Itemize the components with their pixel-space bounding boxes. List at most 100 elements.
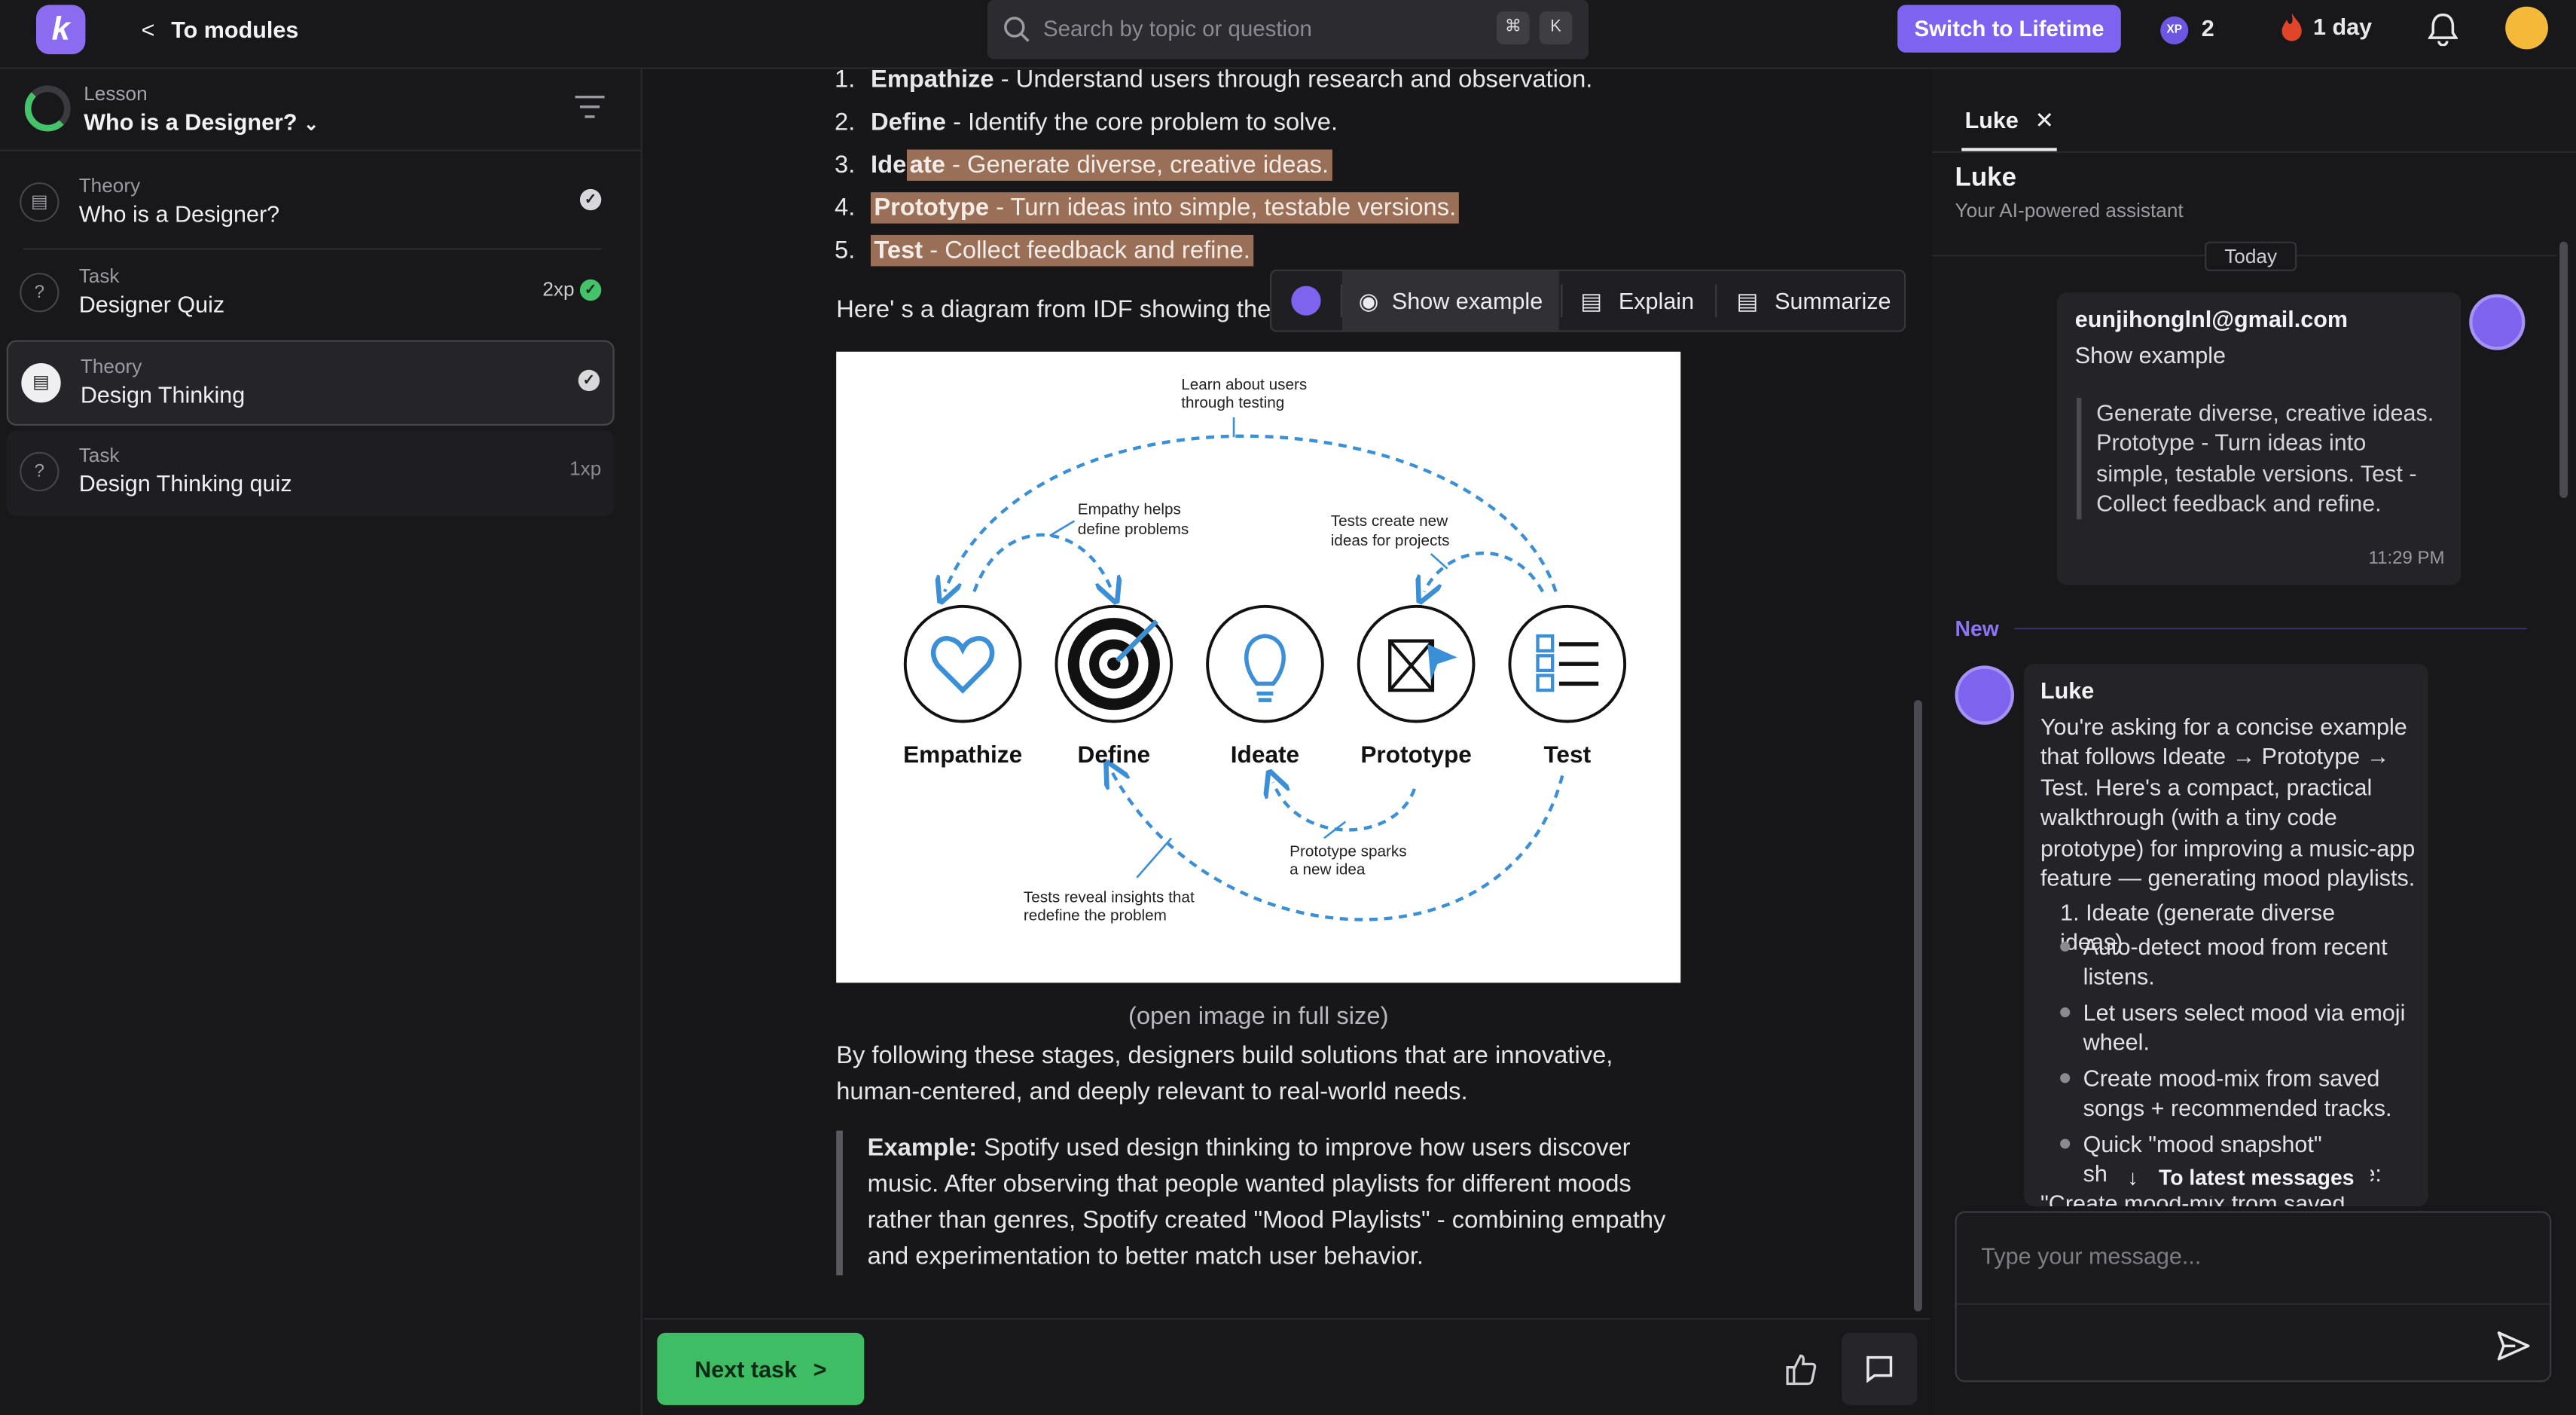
sidebar-item-design-thinking[interactable]: ▤ Theory Design Thinking ✓	[6, 340, 615, 426]
item-type: Theory	[78, 174, 141, 197]
content-scrollbar[interactable]	[1914, 700, 1922, 1312]
chat-scrollbar[interactable]	[2559, 241, 2568, 498]
chevron-down-icon: ⌄	[304, 115, 319, 135]
chat-icon	[1866, 1355, 1893, 1383]
search-icon	[1004, 17, 1030, 42]
example-label: Example:	[867, 1133, 978, 1163]
stage-ideate: Ideate	[1231, 741, 1299, 768]
lesson-selector[interactable]: Who is a Designer? ⌄	[84, 108, 319, 135]
check-icon: ✓	[578, 370, 600, 392]
xp-counter[interactable]: XP 2	[2160, 15, 2214, 44]
user-message-text: Show example	[2074, 341, 2227, 368]
flame-icon	[2281, 14, 2302, 42]
feedback-button[interactable]	[1763, 1333, 1838, 1405]
chevron-left-icon: <	[141, 16, 155, 43]
note-learn-2: through testing	[1181, 394, 1284, 411]
stage-prototype: Prototype	[1360, 741, 1472, 768]
item-name: Design Thinking	[80, 381, 246, 408]
summarize-button[interactable]: ▤ Summarize	[1736, 271, 1900, 331]
xp-value: 2	[2201, 14, 2214, 41]
comment-icon: ▤	[1580, 287, 1603, 314]
thumbs-icon	[1786, 1354, 1817, 1386]
bullet-item: Auto-detect mood from recent listens.	[2083, 933, 2388, 990]
progress-ring	[24, 85, 71, 132]
book-icon: ▤	[20, 182, 60, 222]
next-task-button[interactable]: Next task >	[657, 1332, 865, 1405]
top-bar: k < To modules Search by topic or questio…	[0, 0, 2576, 69]
step-5: 5. Test - Collect feedback and refine.	[835, 234, 1254, 267]
to-latest-messages-button[interactable]: ↓ To latest messages	[2112, 1160, 2371, 1196]
switch-to-lifetime-button[interactable]: Switch to Lifetime	[1897, 5, 2121, 53]
note-proto-sparks-1: Prototype sparks	[1290, 842, 1406, 860]
send-icon[interactable]	[2497, 1331, 2530, 1361]
item-name: Designer Quiz	[78, 291, 225, 317]
sidebar-item-designer-quiz[interactable]: ? Task Designer Quiz 2xp ✓	[7, 252, 615, 337]
user-avatar[interactable]	[2505, 6, 2548, 50]
note-tests-create-1: Tests create new	[1331, 512, 1448, 530]
bullet-dot	[2060, 941, 2071, 952]
streak-counter[interactable]: 1 day	[2280, 13, 2372, 43]
lesson-header: Lesson Who is a Designer? ⌄	[0, 69, 642, 151]
user-message: eunjihonglnl@gmail.com Show example Gene…	[2056, 292, 2462, 585]
show-example-button[interactable]: ◉ Show example	[1341, 270, 1559, 331]
item-type: Task	[78, 264, 120, 288]
bullet-dot	[2060, 1138, 2071, 1149]
step-2: 2. Define - Identify the core problem to …	[835, 108, 1338, 137]
assistant-message-name: Luke	[2040, 677, 2095, 704]
eye-icon: ◉	[1358, 287, 1379, 314]
stage-define: Define	[1077, 741, 1150, 768]
user-email: eunjihonglnl@gmail.com	[2074, 305, 2349, 332]
selection-toolbar: ◉ Show example ▤ Explain ▤ Summarize	[1270, 269, 1906, 332]
diagram-image: Empathize Define Ideate Prototype Test L…	[903, 376, 1627, 924]
step-3: 3. Ide ate - Generate diverse, creative id…	[835, 149, 1332, 181]
chevron-right-icon: >	[813, 1355, 827, 1383]
tab-luke[interactable]: Luke ✕	[1965, 107, 2054, 135]
app-logo[interactable]: k	[35, 5, 86, 54]
bullet-item: Let users select mood via emoji wheel.	[2083, 999, 2406, 1056]
divider	[23, 248, 602, 250]
quoted-selection: Generate diverse, creative ideas. Protot…	[2076, 397, 2441, 519]
filter-icon[interactable]	[575, 95, 605, 119]
item-name: Design Thinking quiz	[78, 469, 292, 497]
assistant-subtitle: Your AI-powered assistant	[1955, 198, 2184, 222]
close-icon[interactable]: ✕	[2034, 107, 2054, 133]
item-type: Theory	[80, 355, 142, 378]
question-icon: ?	[20, 273, 60, 313]
example-blockquote: Example: Spotify used design thinking to…	[836, 1130, 1666, 1276]
chat-toggle-button[interactable]	[1842, 1332, 1918, 1405]
open-full-size-link[interactable]: (open image in full size)	[836, 1002, 1680, 1030]
divider	[1931, 151, 2576, 153]
bell-icon[interactable]	[2428, 13, 2458, 47]
divider	[1561, 284, 1563, 317]
sidebar-item-who-is-a-designer[interactable]: ▤ Theory Who is a Designer? ✓	[7, 161, 615, 246]
xp-icon: XP	[2160, 16, 2189, 44]
assistant-message: Luke You're asking for a concise example…	[2024, 664, 2428, 1206]
note-learn-1: Learn about users	[1181, 376, 1307, 393]
explain-button[interactable]: ▤ Explain	[1580, 271, 1718, 331]
check-icon: ✓	[579, 280, 602, 301]
search-bar[interactable]: Search by topic or question ⌘ K	[987, 0, 1589, 60]
new-messages-label: New	[1955, 616, 1999, 641]
book-icon: ▤	[21, 363, 61, 403]
lesson-content: 1. Empathize - Understand users through r…	[643, 66, 1930, 1319]
item-type: Task	[78, 443, 120, 467]
diagram-intro: Here' s a diagram from IDF showing the f	[836, 295, 1285, 324]
to-modules-link[interactable]: < To modules	[142, 17, 299, 43]
message-input[interactable]: Type your message...	[1955, 1211, 2552, 1383]
user-message-avatar	[2469, 294, 2526, 350]
note-empathy-2: define problems	[1078, 521, 1189, 538]
note-tests-reveal-2: redefine the problem	[1024, 906, 1167, 924]
sidebar-item-design-thinking-quiz[interactable]: ? Task Design Thinking quiz 1xp	[6, 430, 615, 516]
example-text: Spotify used design thinking to improve …	[867, 1133, 1666, 1271]
assistant-message-intro: You're asking for a concise example that…	[2040, 713, 2416, 891]
note-proto-sparks-2: a new idea	[1290, 860, 1366, 878]
search-placeholder: Search by topic or question	[1043, 16, 1312, 41]
assistant-name: Luke	[1955, 164, 2016, 193]
bullet-dot	[2060, 1073, 2071, 1083]
luke-icon[interactable]	[1291, 286, 1321, 316]
stage-test: Test	[1543, 741, 1591, 768]
date-divider: Today	[2205, 241, 2297, 271]
xp-reward: 2xp	[542, 277, 575, 301]
note-empathy-1: Empathy helps	[1078, 501, 1181, 518]
design-thinking-diagram[interactable]: Empathize Define Ideate Prototype Test L…	[836, 351, 1681, 983]
